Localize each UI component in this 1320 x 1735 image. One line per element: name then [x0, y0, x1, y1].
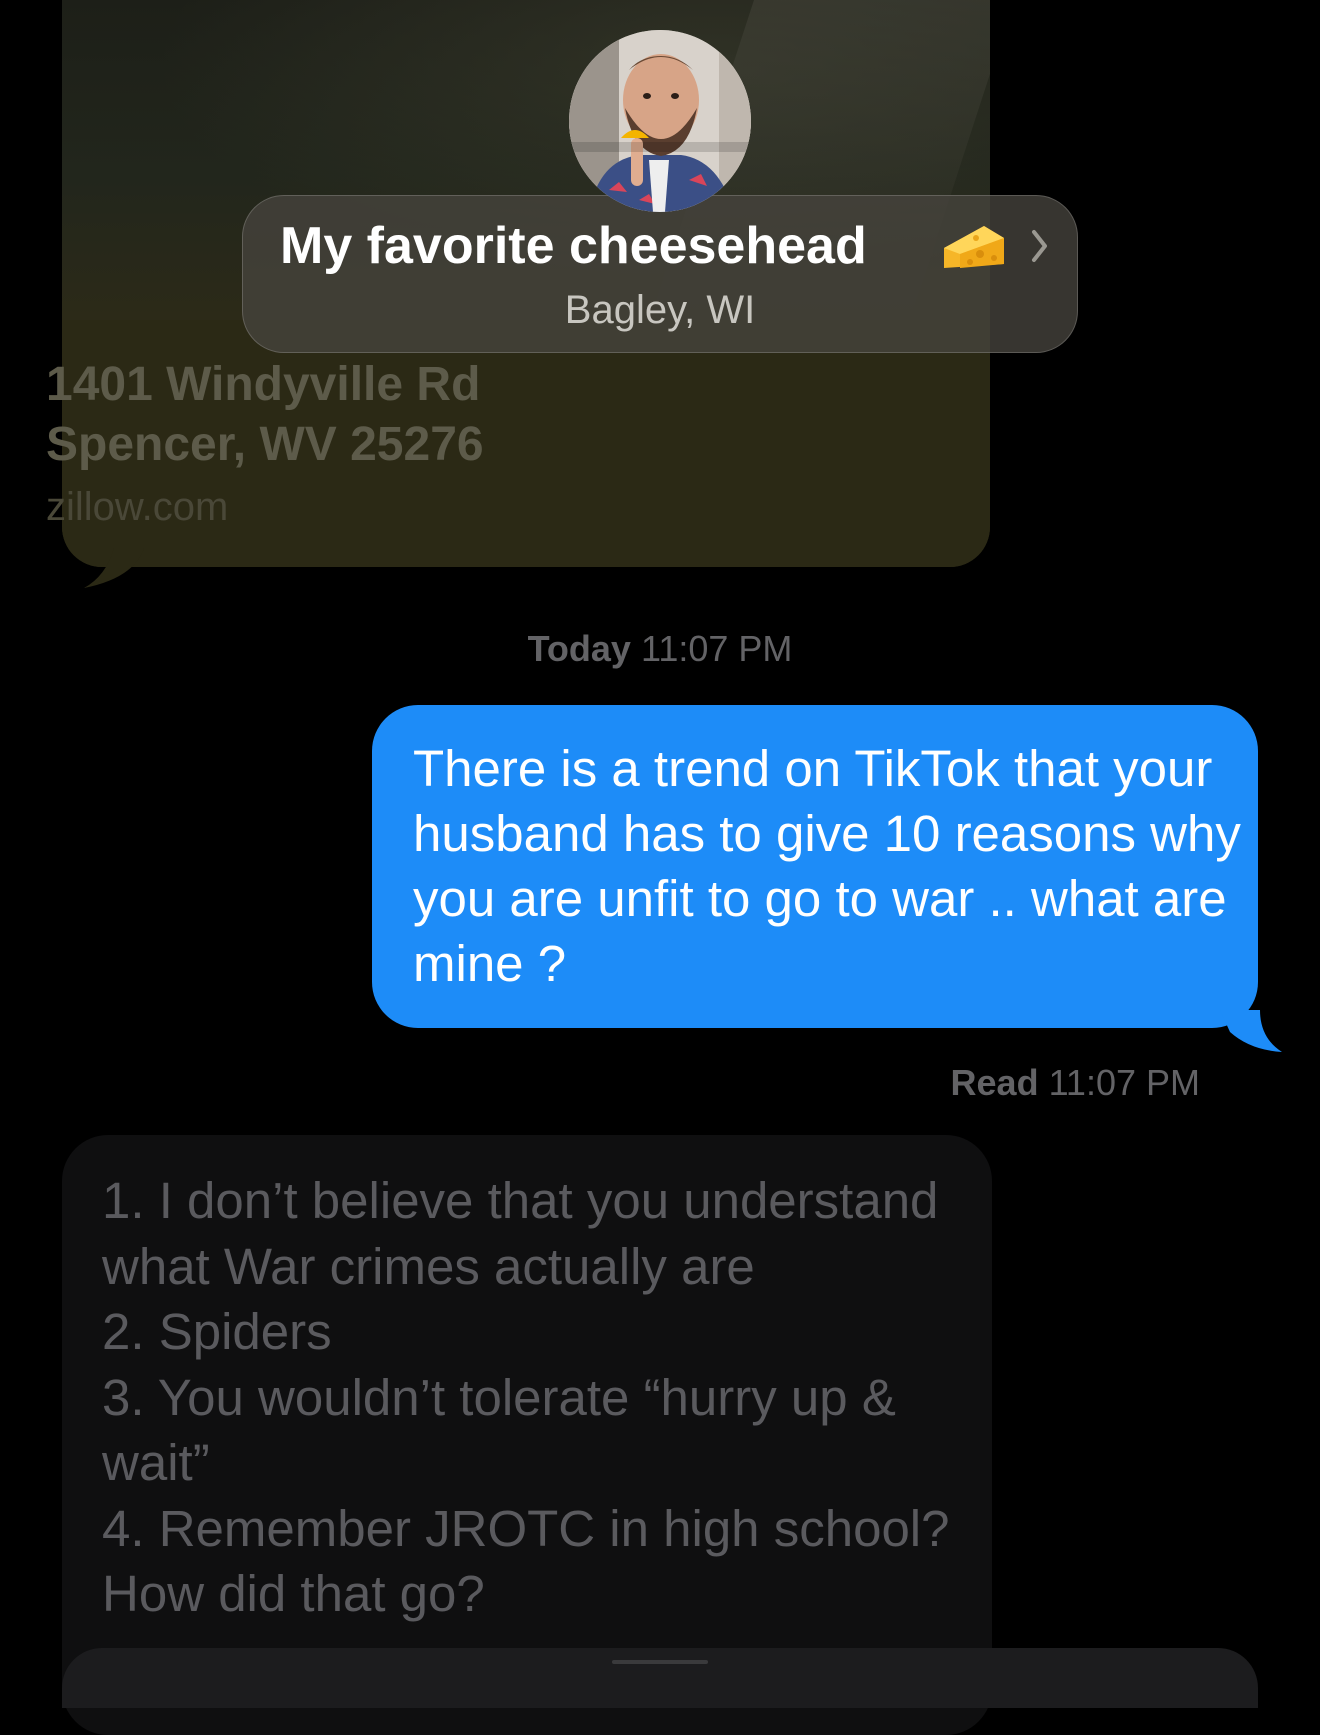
cheese-emoji-icon: [944, 226, 1004, 268]
incoming-message-text: 1. I don’t believe that you understand w…: [102, 1172, 950, 1622]
read-time: 11:07 PM: [1048, 1062, 1200, 1103]
chevron-right-icon[interactable]: [1030, 226, 1050, 266]
timestamp-time: 11:07 PM: [640, 628, 793, 669]
timestamp-day: Today: [527, 628, 631, 669]
contact-location: Bagley, WI: [564, 288, 756, 332]
avatar[interactable]: [569, 30, 751, 212]
message-timestamp: Today 11:07 PM: [0, 628, 1320, 670]
bubble-tail: [84, 548, 144, 588]
outgoing-message-text: There is a trend on TikTok that your hus…: [413, 740, 1241, 992]
sheet-grabber[interactable]: [612, 1660, 708, 1664]
link-preview-title: 1401 Windyville Rd Spencer, WV 25276: [46, 358, 484, 471]
avatar-photo: [569, 30, 751, 212]
read-label: Read: [950, 1062, 1039, 1103]
read-receipt: Read 11:07 PM: [951, 1062, 1200, 1104]
bubble-tail: [1220, 1010, 1282, 1052]
bottom-sheet[interactable]: [62, 1648, 1258, 1708]
link-preview-domain: zillow.com: [46, 485, 229, 529]
contact-name[interactable]: My favorite cheesehead: [280, 216, 867, 276]
